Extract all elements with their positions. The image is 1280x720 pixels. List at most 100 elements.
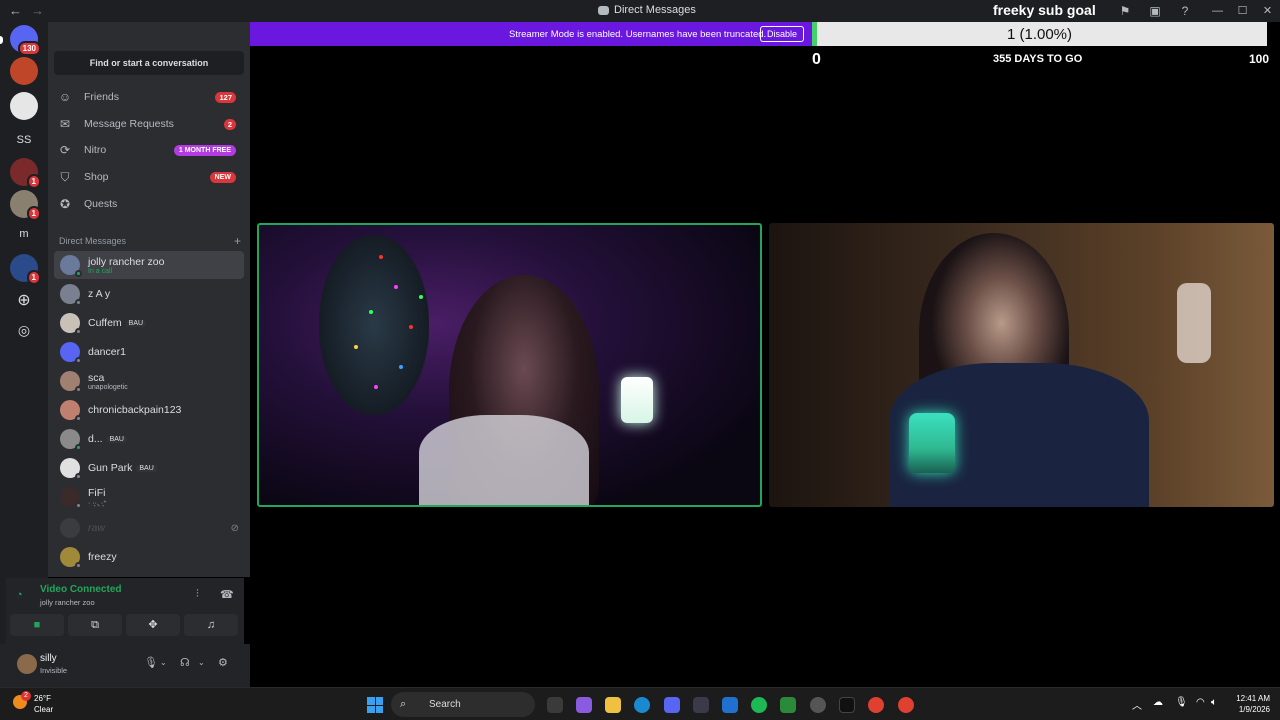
disconnect-icon[interactable]: ☎ (220, 588, 234, 601)
dm-item[interactable]: z A y (54, 280, 244, 308)
disable-button[interactable]: Disable (760, 26, 805, 42)
goal-days-label: 355 DAYS TO GO (993, 53, 1083, 65)
spotify-icon[interactable] (751, 697, 767, 713)
user-avatar[interactable] (17, 654, 37, 674)
user-name[interactable]: silly (40, 653, 57, 664)
voice-channel[interactable]: jolly rancher zoo (40, 598, 95, 607)
dm-item[interactable]: Cuffem BAU (54, 309, 244, 337)
nav-label: Friends (84, 91, 120, 103)
start-button[interactable] (367, 697, 383, 713)
dm-name: chronicbackpain123 (88, 404, 182, 416)
dm-item[interactable]: raw ⊘ (54, 514, 244, 542)
app-icon[interactable] (780, 697, 796, 713)
microphone-lamp-image (621, 377, 653, 423)
nav-message-requests[interactable]: ✉ Message Requests 2 (54, 112, 244, 136)
nitro-icon: ⟳ (59, 143, 71, 157)
server-icon[interactable]: SS (10, 134, 38, 146)
nav-nitro[interactable]: ⟳ Nitro 1 MONTH FREE (54, 138, 244, 162)
mic-tray-icon[interactable]: 🎙︎ (1175, 697, 1188, 708)
taskbar-clock[interactable]: 12:41 AM 1/9/2026 (1232, 693, 1270, 715)
dm-item[interactable]: dancer1 (54, 338, 244, 366)
home-button[interactable]: 130 (10, 25, 41, 56)
dm-item[interactable]: FiFi · ·͙·.͙ ·͙⁺ (54, 483, 244, 511)
weather-temp: 26°F (34, 694, 51, 703)
chrome-icon[interactable] (868, 697, 884, 713)
nav-friends[interactable]: ☺ Friends 127 (54, 85, 244, 109)
dm-name: z A y (88, 288, 111, 300)
task-view-icon[interactable] (547, 697, 563, 713)
mic-options-chevron-icon[interactable]: ⌄ (160, 658, 167, 667)
audio-options-chevron-icon[interactable]: ⌄ (198, 658, 205, 667)
volume-icon[interactable]: 🔈︎ (1211, 697, 1217, 708)
chrome-icon[interactable] (898, 697, 914, 713)
headphones-icon[interactable]: ☊ (180, 656, 190, 669)
avatar (60, 255, 82, 277)
file-explorer-icon[interactable] (605, 697, 621, 713)
avatar (60, 284, 82, 306)
mail-app-icon[interactable] (722, 697, 738, 713)
avatar (60, 518, 80, 538)
dm-item[interactable]: sca unapologetic (54, 367, 244, 395)
taskbar-search[interactable]: ⌕ Search (391, 692, 535, 717)
noise-suppression-icon[interactable]: ⫶ (196, 588, 199, 601)
obs-icon[interactable] (810, 697, 826, 713)
tiktok-icon[interactable] (839, 697, 855, 713)
nav-quests[interactable]: ✪ Quests (54, 192, 244, 216)
shop-new-badge: NEW (209, 171, 236, 183)
nav-shop[interactable]: ⛉ Shop NEW (54, 165, 244, 189)
server-icon[interactable]: 1 (10, 158, 41, 189)
server-icon[interactable]: m (10, 228, 38, 240)
create-dm-icon[interactable]: + (234, 234, 241, 248)
requests-count-badge: 2 (223, 118, 236, 130)
dm-item[interactable]: freezy (54, 543, 244, 571)
server-icon[interactable] (10, 92, 38, 120)
dm-name: raw (88, 522, 105, 534)
shirt-image (419, 415, 589, 505)
server-icon[interactable]: 1 (10, 254, 41, 285)
search-label: Search (429, 699, 461, 710)
store-icon[interactable] (693, 697, 709, 713)
server-icon[interactable] (10, 57, 38, 85)
discord-taskbar-icon[interactable] (664, 697, 680, 713)
voice-status[interactable]: Video Connected (40, 584, 122, 595)
avatar (60, 313, 82, 335)
add-server-icon[interactable]: ⊕ (10, 290, 38, 310)
camera-button[interactable]: ■ (10, 614, 64, 636)
dm-status: unapologetic (88, 383, 128, 391)
activities-button[interactable]: ✥ (126, 614, 180, 636)
soundboard-button[interactable]: ♫ (184, 614, 238, 636)
forward-arrow-icon[interactable]: → (31, 3, 44, 18)
cloud-icon[interactable]: ☁ (1153, 697, 1163, 708)
edge-icon[interactable] (634, 697, 650, 713)
friends-count-badge: 127 (215, 91, 236, 103)
dm-status: In a call (88, 267, 113, 275)
nav-label: Quests (84, 198, 118, 210)
dm-item[interactable]: Gun Park BAU (54, 454, 244, 482)
dm-tag: BAU (125, 319, 147, 327)
video-tile-jolly-rancher-zoo[interactable] (257, 223, 762, 507)
dm-name: sca (88, 371, 105, 384)
wifi-icon[interactable]: ◠ (1196, 697, 1205, 708)
microphone-icon[interactable]: 🎙︎ (144, 656, 158, 669)
find-conversation-button[interactable]: Find or start a conversation (54, 51, 244, 75)
dm-item[interactable]: d... BAU (54, 425, 244, 453)
quests-icon: ✪ (59, 197, 71, 211)
video-tile-participant[interactable] (769, 223, 1274, 507)
dm-item[interactable]: chronicbackpain123 (54, 396, 244, 424)
discover-icon[interactable]: ◎ (10, 322, 38, 339)
friends-icon: ☺ (58, 90, 72, 104)
back-arrow-icon[interactable]: ← (9, 3, 22, 18)
settings-gear-icon[interactable]: ⚙ (218, 656, 228, 669)
dm-item[interactable]: jolly rancher zoo In a call (54, 251, 244, 279)
signal-icon[interactable]: ◔ (16, 589, 23, 601)
server-icon[interactable]: 1 (10, 190, 41, 221)
screen-share-button[interactable]: ⧉ (68, 614, 122, 636)
copilot-icon[interactable] (576, 697, 592, 713)
tray-overflow-icon[interactable]: ︿ (1132, 697, 1142, 712)
dm-name: freezy (88, 551, 117, 563)
streamer-mode-text: Streamer Mode is enabled. Usernames have… (509, 29, 767, 40)
dm-sidebar: Find or start a conversation ☺ Friends 1… (48, 22, 250, 577)
windows-taskbar: 2 26°F Clear ⌕ Search ︿ ☁ 🎙︎ ◠ 🔈︎ 12:41 … (0, 687, 1280, 720)
weather-widget[interactable]: 26°F Clear (34, 693, 53, 715)
dm-name: d... (88, 433, 103, 445)
